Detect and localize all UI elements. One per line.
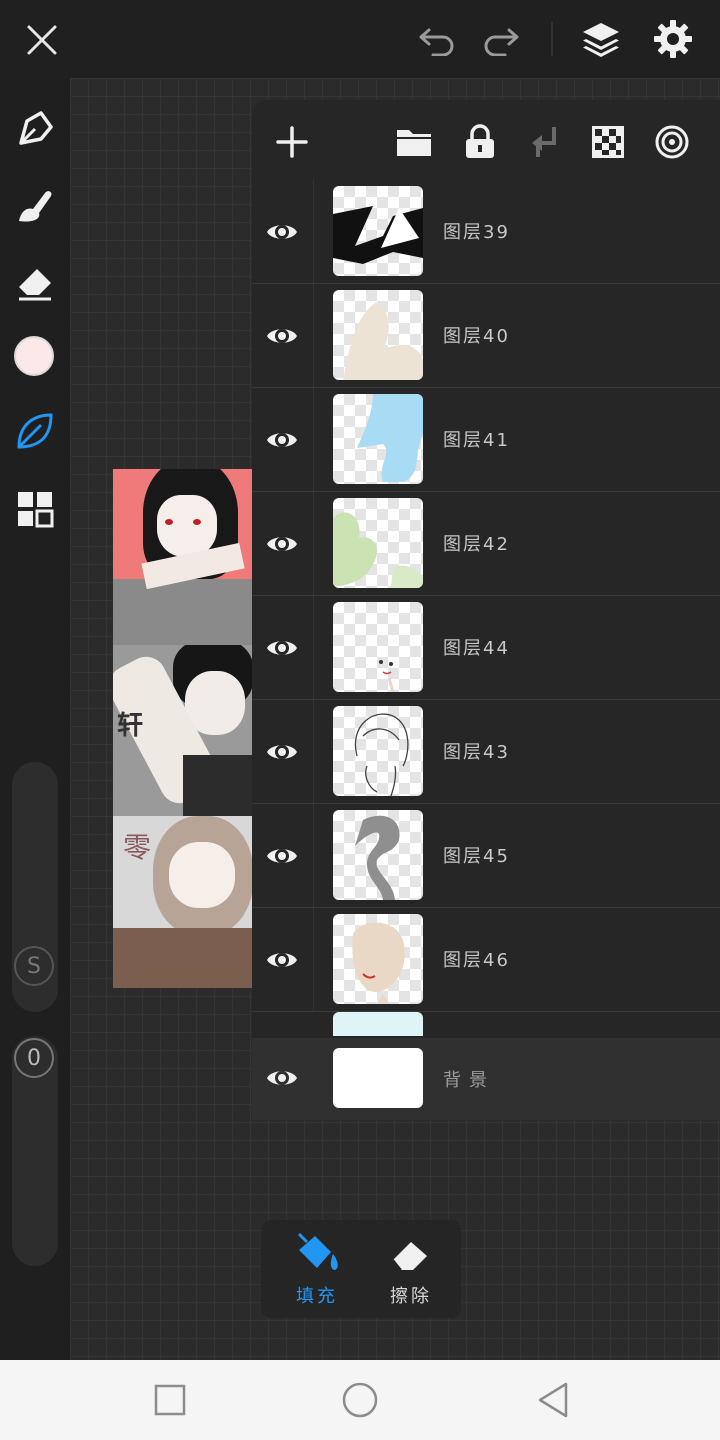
eye-icon[interactable] [266,216,298,248]
layer-thumbnail [333,602,423,692]
layer-list[interactable]: 图层39 图层40 图层41 图层42 图层44 图层43 图层45 图层46 [252,180,720,1036]
eye-icon[interactable] [266,320,298,352]
toolbar-divider [551,22,553,56]
eye-icon[interactable] [266,736,298,768]
blend-mode-icon[interactable] [650,120,694,164]
fill-erase-popup: 填充 擦除 [261,1220,461,1318]
layer-thumbnail [333,810,423,900]
system-nav-bar [0,1360,720,1440]
fill-label: 填充 [296,1286,338,1307]
layer-row[interactable]: 图层39 [252,180,720,284]
paint-bucket-icon [297,1232,338,1270]
eye-icon[interactable] [266,1062,298,1094]
layer-thumbnail [333,914,423,1004]
layer-row[interactable]: 图层46 [252,908,720,1012]
home-icon[interactable] [340,1380,380,1420]
layer-thumbnail [333,706,423,796]
layer-name: 图层45 [443,846,510,867]
layer-row[interactable]: 图层44 [252,596,720,700]
back-icon[interactable] [534,1380,574,1420]
layer-row[interactable]: 图层43 [252,700,720,804]
artwork-panel-1 [113,469,252,645]
lock-icon[interactable] [458,120,502,164]
layer-name: 图层42 [443,534,510,555]
artwork-preview: 轩 零 [113,469,252,988]
layer-name: 图层41 [443,430,510,451]
grid-icon[interactable] [12,486,58,532]
eraser-icon[interactable] [12,258,58,304]
eye-icon[interactable] [266,528,298,560]
tool-sidebar: S 0 [0,78,70,1360]
layers-icon[interactable] [578,16,624,62]
pen-icon[interactable] [12,106,58,152]
artwork-caption-2: 零 [123,831,152,864]
layer-name: 图层44 [443,638,510,659]
size-badge: S [14,946,54,986]
brush-icon[interactable] [12,182,58,228]
background-layer-row[interactable]: 背景 [252,1038,720,1120]
eye-icon[interactable] [266,424,298,456]
recent-apps-icon[interactable] [152,1382,188,1418]
layer-thumbnail [333,394,423,484]
top-toolbar [0,0,720,78]
layer-row[interactable]: 图层45 [252,804,720,908]
layer-name: 图层39 [443,222,510,243]
transparency-icon[interactable] [586,120,630,164]
layer-row[interactable]: 图层40 [252,284,720,388]
eye-icon[interactable] [266,944,298,976]
eye-icon[interactable] [266,632,298,664]
color-swatch[interactable] [14,336,54,376]
layers-panel: 图层39 图层40 图层41 图层42 图层44 图层43 图层45 图层46 … [252,100,720,1120]
eraser-icon [392,1242,427,1271]
erase-label: 擦除 [390,1286,432,1307]
erase-button[interactable]: 擦除 [361,1220,461,1318]
layer-name: 图层43 [443,742,510,763]
undo-icon[interactable] [414,18,460,62]
layer-name: 图层40 [443,326,510,347]
background-thumbnail [333,1048,423,1108]
layer-thumbnail [333,290,423,380]
merge-down-icon[interactable] [522,120,566,164]
layer-thumbnail [333,498,423,588]
artwork-caption-1: 轩 [117,711,144,741]
add-layer-icon[interactable] [270,120,314,164]
redo-icon[interactable] [478,18,524,62]
folder-icon[interactable] [392,120,436,164]
artwork-panel-3: 零 [113,816,252,988]
background-layer-name: 背景 [443,1070,495,1091]
layers-toolbar [252,100,720,180]
eye-icon[interactable] [266,840,298,872]
fill-button[interactable]: 填充 [267,1220,367,1318]
layer-row[interactable]: 图层41 [252,388,720,492]
layer-thumbnail [333,186,423,276]
layer-row[interactable]: 图层42 [252,492,720,596]
artwork-panel-2: 轩 [113,645,252,816]
layer-name: 图层46 [443,950,510,971]
close-icon[interactable] [20,18,64,62]
settings-icon[interactable] [650,16,696,62]
partial-layer-thumbnail [333,1012,423,1036]
opacity-badge: 0 [14,1038,54,1078]
leaf-icon[interactable] [12,408,58,454]
